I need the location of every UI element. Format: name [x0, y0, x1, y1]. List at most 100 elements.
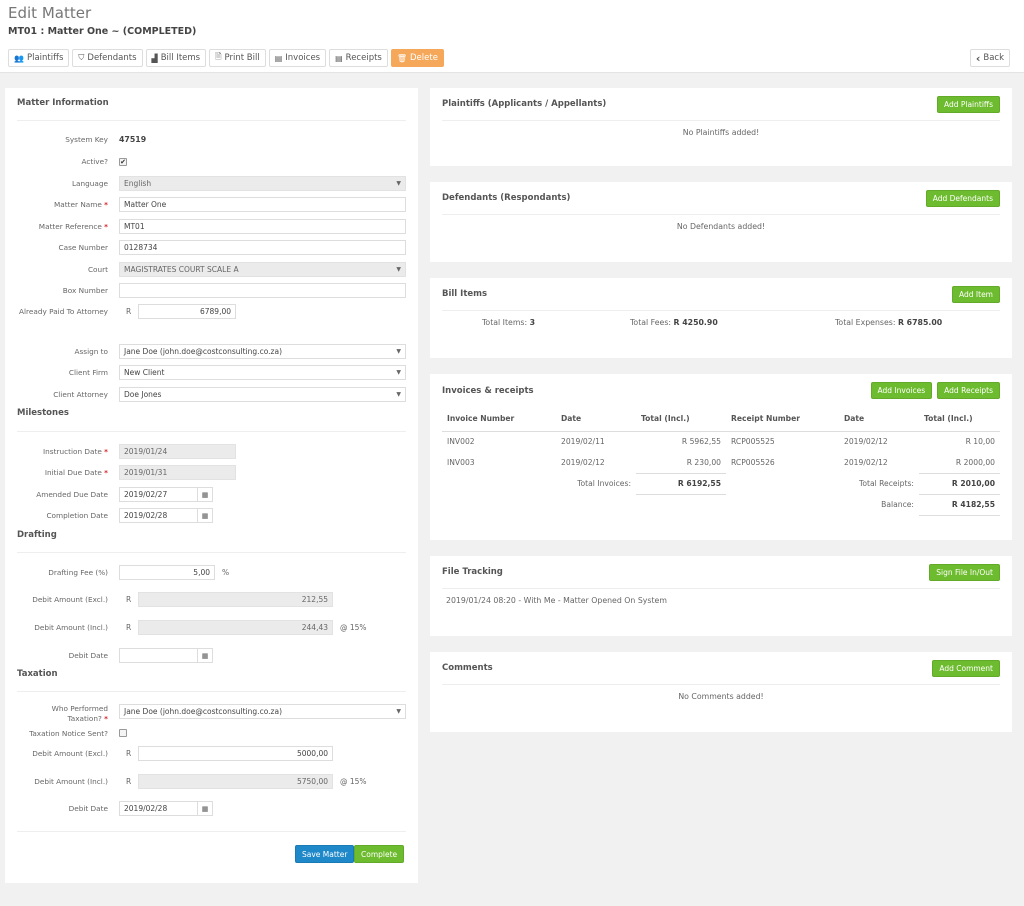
trash-icon: 🗑: [396, 53, 408, 63]
invoices-panel-header: Invoices & receipts Add Invoices Add Rec…: [442, 374, 1000, 407]
complete-button[interactable]: Complete: [354, 845, 405, 863]
chart-area-icon: ▟: [151, 53, 158, 63]
matter-name-input[interactable]: Matter One: [119, 197, 406, 212]
add-comment-button[interactable]: Add Comment: [932, 659, 1000, 677]
drafting-debit-excl-input[interactable]: 212,55: [138, 592, 333, 607]
receipts-button[interactable]: ▤ Receipts: [329, 49, 388, 67]
currency-prefix: R: [126, 777, 132, 786]
invoices-button[interactable]: ▤ Invoices: [268, 49, 327, 67]
drafting-debit-incl-input[interactable]: 244,43: [138, 620, 333, 635]
initial-due-date-input[interactable]: 2019/01/31: [119, 465, 236, 480]
total-items-label: Total Items:: [482, 318, 528, 327]
calendar-icon[interactable]: ▦: [197, 487, 213, 502]
file-text-icon: 🗎: [215, 52, 222, 61]
who-performed-label-line2: Taxation?: [67, 714, 102, 723]
add-invoices-button[interactable]: Add Invoices: [870, 382, 933, 399]
plaintiffs-button[interactable]: 👥 Plaintiffs: [8, 49, 70, 67]
matter-name-row: Matter Name * Matter One: [5, 197, 418, 213]
amended-due-date-input[interactable]: 2019/02/27: [119, 487, 198, 502]
defendants-panel-header: Defendants (Respondants) Add Defendants: [442, 182, 1000, 215]
taxation-debit-excl-label: Debit Amount (Excl.): [32, 749, 108, 758]
client-attorney-select[interactable]: Doe Jones ▼: [119, 387, 406, 402]
drafting-fee-label: Drafting Fee (%): [48, 568, 108, 577]
total-receipts-label: Total Receipts:: [858, 479, 914, 488]
chevron-left-icon: ‹: [975, 51, 981, 65]
save-matter-button[interactable]: Save Matter: [295, 845, 355, 863]
drafting-fee-input[interactable]: 5,00: [119, 565, 215, 580]
active-checkbox[interactable]: ✔: [119, 158, 127, 166]
sign-file-button[interactable]: Sign File In/Out: [929, 563, 1000, 581]
divider: [17, 831, 406, 832]
client-firm-select[interactable]: New Client ▼: [119, 365, 406, 380]
print-bill-button[interactable]: 🗎 Print Bill: [209, 49, 266, 67]
page-title: Edit Matter: [8, 4, 92, 22]
who-performed-select[interactable]: Jane Doe (john.doe@costconsulting.co.za)…: [119, 704, 406, 719]
add-defendants-button[interactable]: Add Defendants: [925, 189, 1000, 207]
system-key-row: System Key 47519: [5, 132, 418, 148]
drafting-debit-date-label: Debit Date: [68, 651, 108, 660]
matter-reference-input[interactable]: MT01: [119, 219, 406, 234]
receipt-number[interactable]: RCP005525: [726, 431, 839, 452]
already-paid-row: Already Paid To Attorney R 6789,00: [5, 304, 418, 320]
language-select[interactable]: English ▼: [119, 176, 406, 191]
taxation-debit-date-input[interactable]: 2019/02/28: [119, 801, 198, 816]
box-number-label: Box Number: [62, 286, 108, 295]
invoice-total: R 230,00: [686, 457, 721, 467]
taxation-debit-excl-input[interactable]: 5000,00: [138, 746, 333, 761]
taxation-debit-incl-input[interactable]: 5750,00: [138, 774, 333, 789]
who-performed-label-line1: Who Performed: [51, 704, 108, 713]
language-row: Language English ▼: [5, 176, 418, 192]
drafting-heading: Drafting: [17, 530, 57, 540]
required-mark: *: [104, 222, 108, 231]
bill-items-summary: Total Items: 3 Total Fees: R 4250.90 Tot…: [430, 311, 1012, 331]
add-item-button[interactable]: Add Item: [952, 285, 1000, 303]
completion-date-input[interactable]: 2019/02/28: [119, 508, 198, 523]
matter-reference-row: Matter Reference * MT01: [5, 219, 418, 235]
assign-to-select[interactable]: Jane Doe (john.doe@costconsulting.co.za)…: [119, 344, 406, 359]
drafting-debit-incl-label: Debit Amount (Incl.): [34, 623, 108, 632]
case-number-input[interactable]: 0128734: [119, 240, 406, 255]
active-row: Active? ✔: [5, 154, 418, 170]
file-tracking-panel: File Tracking Sign File In/Out 2019/01/2…: [430, 556, 1012, 636]
who-performed-label: Who Performed Taxation? *: [52, 704, 108, 724]
col-invoice-date: Date: [556, 407, 636, 432]
calendar-icon[interactable]: ▦: [197, 648, 213, 663]
case-number-row: Case Number 0128734: [5, 240, 418, 256]
add-plaintiffs-button[interactable]: Add Plaintiffs: [936, 95, 1000, 113]
matter-form-panel: Matter Information System Key 47519 Acti…: [5, 88, 418, 883]
table-header-row: Invoice Number Date Total (Incl.) Receip…: [442, 407, 1000, 432]
calendar-icon[interactable]: ▦: [197, 508, 213, 523]
bill-items-button[interactable]: ▟ Bill Items: [145, 49, 207, 67]
notice-sent-checkbox[interactable]: [119, 729, 127, 737]
col-receipt-number: Receipt Number: [726, 407, 839, 432]
add-receipts-button[interactable]: Add Receipts: [937, 382, 1000, 399]
users-icon: 👥: [14, 53, 24, 63]
receipts-button-label: Receipts: [345, 53, 382, 63]
drafting-debit-date-input[interactable]: [119, 648, 198, 663]
already-paid-input[interactable]: 6789,00: [138, 304, 236, 319]
invoice-number[interactable]: INV003: [442, 452, 556, 473]
active-label: Active?: [81, 157, 108, 166]
percent-suffix: %: [222, 568, 230, 577]
back-button[interactable]: ‹ Back: [969, 49, 1010, 67]
delete-button[interactable]: 🗑 Delete: [390, 49, 444, 67]
col-receipt-total: Total (Incl.): [919, 407, 1000, 432]
defendants-button[interactable]: ⛉ Defendants: [72, 49, 143, 67]
receipt-date: 2019/02/12: [844, 437, 888, 447]
instruction-date-input[interactable]: 2019/01/24: [119, 444, 236, 459]
calendar-icon[interactable]: ▦: [197, 801, 213, 816]
client-firm-label: Client Firm: [68, 368, 108, 377]
divider: [17, 552, 406, 553]
file-tracking-entry: 2019/01/24 08:20 - With Me - Matter Open…: [446, 596, 667, 605]
receipt-number[interactable]: RCP005526: [726, 452, 839, 473]
taxation-debit-date-row: Debit Date 2019/02/28 ▦: [5, 801, 418, 817]
defendants-empty-message: No Defendants added!: [676, 222, 766, 231]
court-select[interactable]: MAGISTRATES COURT SCALE A ▼: [119, 262, 406, 277]
box-number-input[interactable]: [119, 283, 406, 298]
taxation-debit-incl-label: Debit Amount (Incl.): [34, 777, 108, 786]
invoice-number[interactable]: INV002: [442, 431, 556, 452]
bill-items-panel-header: Bill Items Add Item: [442, 278, 1000, 311]
language-value: English: [124, 179, 152, 188]
assign-to-label: Assign to: [74, 347, 108, 356]
divider: [17, 431, 406, 432]
